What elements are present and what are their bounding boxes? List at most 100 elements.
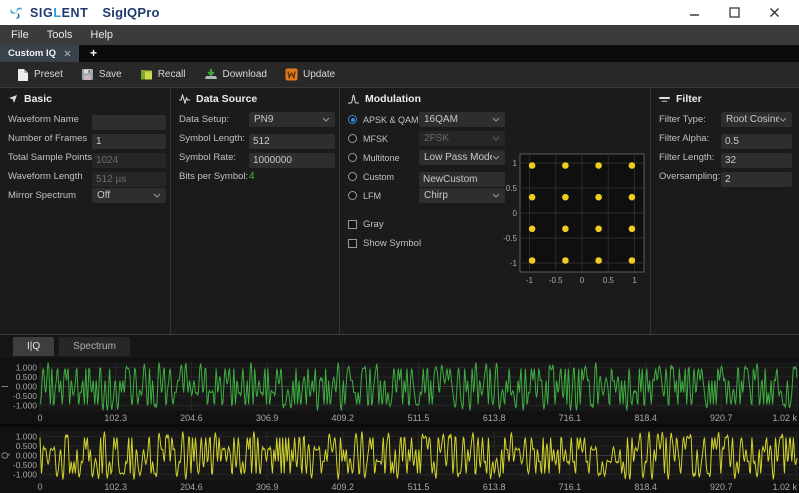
basic-panel: Basic Waveform Name Number of Frames Tot… [0,88,170,334]
add-tab-button[interactable]: + [79,45,108,62]
modulation-panel: Modulation APSK & QAM 16QAM MFSK 2FSK [339,88,650,334]
save-button[interactable]: Save [72,62,131,87]
lfm-radio[interactable] [348,191,357,200]
maximize-button[interactable] [727,6,741,20]
symbol-length-input[interactable] [249,134,335,149]
custom-name-input[interactable] [419,172,505,187]
svg-text:920.7: 920.7 [710,413,733,423]
svg-text:102.3: 102.3 [104,413,127,423]
svg-text:818.4: 818.4 [634,482,657,492]
tab-close-icon[interactable] [64,50,71,57]
filter-alpha-input[interactable] [721,134,792,149]
close-button[interactable] [767,6,781,20]
field-symbol-length: Symbol Length: [171,129,339,148]
field-waveform-name: Waveform Name [0,110,170,129]
download-button[interactable]: Download [195,62,276,87]
i-trace-panel: 0102.3204.6306.9409.2511.5613.8716.1818.… [0,358,799,424]
svg-text:0: 0 [580,276,585,285]
download-arrow-icon [204,68,218,81]
plot-tabbar: I|Q Spectrum [0,334,799,358]
svg-text:409.2: 409.2 [332,413,355,423]
q-trace-panel: 0102.3204.6306.9409.2511.5613.8716.1818.… [0,424,799,493]
menu-tools[interactable]: Tools [38,25,82,45]
field-bits-per-symbol: Bits per Symbol: 4 [171,167,339,186]
svg-text:Q: Q [0,452,10,459]
svg-text:0: 0 [513,209,518,218]
document-icon [17,68,29,82]
number-of-frames-input[interactable] [92,134,166,149]
chevron-down-icon [153,193,161,198]
siglent-logo: SIGLENT [8,4,88,21]
field-filter-type: Filter Type: Root Cosine [651,110,796,129]
tab-iq[interactable]: I|Q [13,337,54,356]
update-w-icon [285,68,298,81]
svg-text:0: 0 [37,482,42,492]
qam-type-select[interactable]: 16QAM [419,112,505,127]
svg-text:409.2: 409.2 [332,482,355,492]
filter-length-input[interactable] [721,153,792,168]
multitone-mode-select[interactable]: Low Pass Mode [419,150,505,165]
chevron-down-icon [492,136,500,141]
svg-text:511.5: 511.5 [408,482,430,492]
field-mirror-spectrum: Mirror Spectrum Off [0,186,170,205]
siglent-swirl-icon [8,4,25,21]
chevron-down-icon [779,117,787,122]
filter-panel: Filter Filter Type: Root Cosine Filter A… [650,88,796,334]
preset-button[interactable]: Preset [8,62,72,87]
modulation-option-mfsk: MFSK 2FSK [340,129,650,148]
mfsk-radio[interactable] [348,134,357,143]
svg-text:306.9: 306.9 [256,482,279,492]
minimize-icon [689,7,700,18]
symbol-rate-input[interactable] [249,153,335,168]
folder-icon [140,68,153,81]
gray-checkbox[interactable] [348,220,357,229]
waveform-length-input [92,172,166,187]
total-sample-points-input [92,153,166,168]
svg-text:920.7: 920.7 [710,482,733,492]
field-data-setup: Data Setup: PN9 [171,110,339,129]
custom-radio[interactable] [348,172,357,181]
i-trace-plot[interactable]: 0102.3204.6306.9409.2511.5613.8716.1818.… [0,358,799,424]
menu-file[interactable]: File [2,25,38,45]
svg-text:0.5: 0.5 [603,276,615,285]
field-filter-length: Filter Length: [651,148,796,167]
close-icon [769,7,780,18]
svg-text:716.1: 716.1 [559,482,582,492]
svg-text:-1.000: -1.000 [13,469,37,479]
menu-help[interactable]: Help [81,25,122,45]
svg-text:102.3: 102.3 [104,482,127,492]
oversampling-input[interactable] [721,172,792,187]
svg-text:1: 1 [513,159,518,168]
field-oversampling: Oversampling: [651,167,796,186]
svg-text:716.1: 716.1 [559,413,582,423]
lfm-type-select[interactable]: Chirp [419,188,505,203]
svg-text:-0.5: -0.5 [503,234,517,243]
waveform-name-input[interactable] [92,115,166,130]
bits-per-symbol-value: 4 [249,171,255,182]
data-setup-select[interactable]: PN9 [249,112,335,127]
minimize-button[interactable] [687,6,701,20]
field-total-sample-points: Total Sample Points [0,148,170,167]
filter-type-select[interactable]: Root Cosine [721,112,792,127]
basic-panel-header: Basic [0,88,170,110]
svg-text:0: 0 [37,413,42,423]
tab-spectrum[interactable]: Spectrum [59,337,130,356]
menubar: File Tools Help [0,25,799,45]
svg-text:613.8: 613.8 [483,482,506,492]
modulation-option-apsk-qam: APSK & QAM 16QAM [340,110,650,129]
show-symbol-checkbox[interactable] [348,239,357,248]
update-button[interactable]: Update [276,62,344,87]
apsk-qam-radio[interactable] [348,115,357,124]
recall-button[interactable]: Recall [131,62,195,87]
tab-custom-iq[interactable]: Custom IQ [0,45,79,62]
app-title: SigIQPro [102,5,159,20]
svg-text:204.6: 204.6 [180,413,203,423]
field-number-of-frames: Number of Frames [0,129,170,148]
floppy-icon [81,68,94,81]
field-waveform-length: Waveform Length [0,167,170,186]
q-trace-plot[interactable]: 0102.3204.6306.9409.2511.5613.8716.1818.… [0,427,799,493]
svg-text:-1: -1 [510,259,518,268]
document-tabbar: Custom IQ + [0,45,799,62]
multitone-radio[interactable] [348,153,357,162]
mirror-spectrum-select[interactable]: Off [92,188,166,203]
